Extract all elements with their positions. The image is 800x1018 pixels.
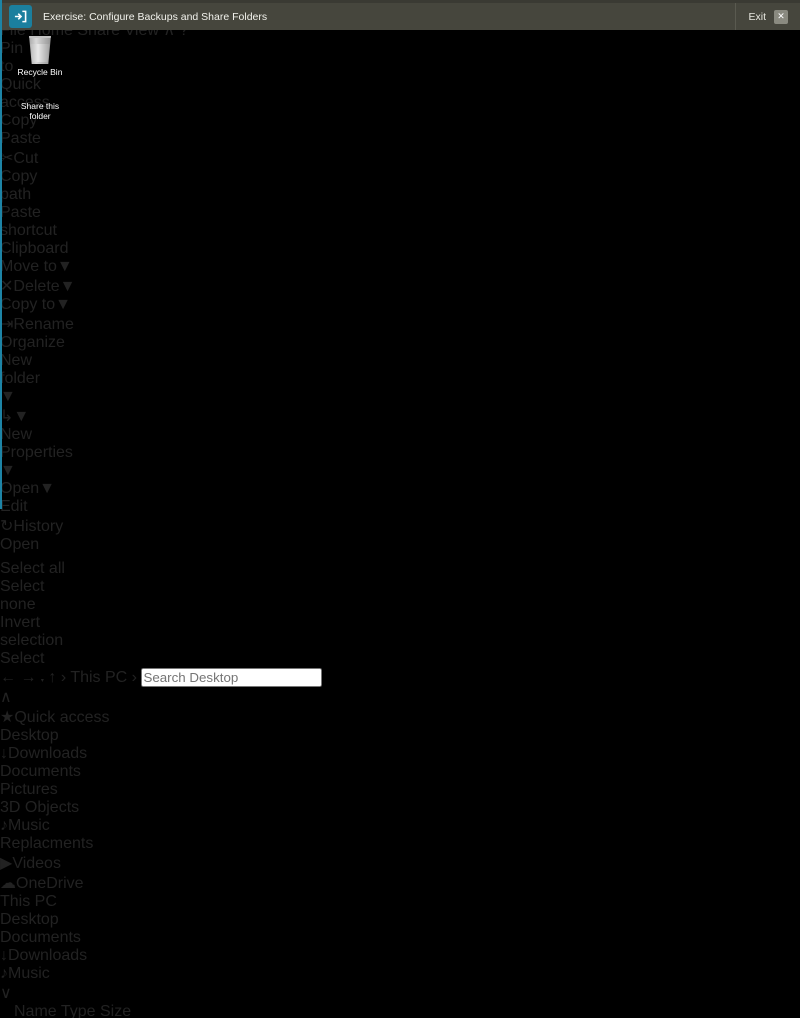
search-box[interactable]: [141, 668, 323, 687]
nav-this-pc[interactable]: This PC: [0, 893, 800, 911]
column-headers: Name Type Size: [0, 1003, 800, 1018]
column-size[interactable]: Size: [100, 1003, 131, 1018]
select-none-button[interactable]: Select none: [0, 578, 44, 613]
nav-videos[interactable]: ▶Videos: [0, 853, 800, 873]
select-all-button[interactable]: Select all: [0, 560, 65, 577]
cloud-icon: ☁: [0, 875, 16, 892]
delete-button[interactable]: ✕Delete▼: [0, 278, 76, 295]
properties-button[interactable]: Properties ▼: [0, 444, 73, 480]
music-note-icon: ♪: [0, 817, 8, 834]
crumb-separator: ›: [131, 669, 137, 686]
history-icon: ↻: [0, 518, 14, 535]
paste-button[interactable]: Paste: [0, 130, 41, 148]
address-field[interactable]: › This PC ›: [61, 669, 142, 686]
left-accent-border: [0, 0, 2, 509]
share-folder-label-2: folder: [29, 111, 51, 121]
cut-button[interactable]: ✂Cut: [0, 150, 38, 167]
exercise-title: Exercise: Configure Backups and Share Fo…: [43, 10, 268, 23]
scissors-icon: ✂: [0, 150, 14, 167]
new-item-button[interactable]: ▼: [0, 388, 16, 405]
group-label-new: New: [0, 426, 33, 443]
open-button[interactable]: Open▼: [0, 480, 55, 497]
new-folder-button[interactable]: New folder: [0, 352, 40, 388]
copy-path-button[interactable]: Copy path: [0, 168, 37, 203]
nav-pc-documents[interactable]: Documents: [0, 929, 800, 947]
nav-pc-downloads[interactable]: ↓Downloads: [0, 947, 800, 965]
nav-replacments[interactable]: Replacments: [0, 835, 800, 853]
navigation-pane: ∧ ★Quick access Desktop ↓Downloads Docum…: [0, 687, 800, 1003]
forward-icon[interactable]: →: [20, 669, 36, 686]
group-label-open: Open: [0, 536, 40, 553]
share-folder-label-1: Share this: [20, 101, 60, 111]
app-logo-icon[interactable]: [9, 5, 32, 28]
nav-pc-music[interactable]: ♪Music: [0, 965, 800, 983]
group-label-select: Select: [0, 650, 45, 667]
music-note-icon: ♪: [0, 965, 8, 982]
ribbon: Pin to Quick access Copy Paste ✂Cut Copy…: [0, 40, 800, 668]
recycle-bin-label: Recycle Bin: [17, 67, 63, 77]
move-to-button[interactable]: Move to▼: [0, 258, 73, 275]
nav-documents[interactable]: Documents: [0, 763, 800, 781]
address-bar: ← → ▾ ↑ › This PC ›: [0, 668, 800, 687]
group-label-organize: Organize: [0, 334, 65, 351]
history-button[interactable]: ↻History: [0, 518, 63, 535]
chevron-down-icon: ▼: [56, 258, 73, 275]
exit-close-icon[interactable]: ✕: [774, 9, 788, 24]
delete-x-icon: ✕: [0, 278, 14, 295]
chevron-down-icon: ▼: [0, 388, 16, 405]
column-type[interactable]: Type: [61, 1003, 96, 1018]
recent-locations-icon[interactable]: ▾: [41, 678, 44, 684]
nav-music[interactable]: ♪Music: [0, 817, 800, 835]
ribbon-group-open: Properties ▼ Open▼ Edit ↻History Open: [0, 444, 88, 554]
ribbon-group-new: New folder ▼ ↳▼ New: [0, 352, 57, 444]
desktop-icon-share-folder[interactable]: Share this folder: [5, 101, 75, 121]
easy-access-button[interactable]: ↳▼: [0, 408, 29, 425]
edit-button[interactable]: Edit: [0, 498, 28, 515]
recycle-bin-icon: [29, 36, 51, 64]
nav-3d-objects[interactable]: 3D Objects: [0, 799, 800, 817]
nav-quick-access[interactable]: ★Quick access: [0, 707, 800, 727]
chevron-down-icon: ▼: [39, 480, 55, 497]
exercise-header: Exercise: Configure Backups and Share Fo…: [0, 0, 800, 30]
rename-icon: ⇥: [0, 316, 14, 333]
chevron-down-icon: ▼: [59, 278, 76, 295]
rename-button[interactable]: ⇥Rename: [0, 316, 74, 333]
breadcrumb-this-pc[interactable]: This PC: [70, 669, 127, 686]
back-icon[interactable]: ←: [0, 669, 16, 686]
download-icon: ↓: [0, 947, 8, 964]
video-icon: ▶: [0, 855, 13, 872]
chevron-down-icon: ▼: [55, 296, 71, 313]
crumb-separator: ›: [60, 669, 67, 686]
nav-pictures[interactable]: Pictures: [0, 781, 800, 799]
nav-scroll-down-icon[interactable]: ∨: [0, 985, 12, 1002]
copy-to-button[interactable]: Copy to▼: [0, 296, 71, 313]
file-list: Name Type Size Share this folder File fo…: [0, 1003, 800, 1018]
chevron-down-icon: ▼: [13, 408, 30, 425]
easy-access-icon: ↳: [0, 408, 14, 425]
star-icon: ★: [0, 709, 15, 726]
column-name[interactable]: Name: [0, 1003, 57, 1018]
ribbon-group-select: Select all Select none Invert selection …: [0, 554, 72, 668]
ribbon-group-organize: Move to▼ ✕Delete▼ Copy to▼ ⇥Rename Organ…: [0, 258, 101, 352]
exit-button[interactable]: Exit ✕: [735, 3, 800, 30]
nav-scroll-up-icon[interactable]: ∧: [0, 689, 12, 706]
exit-label: Exit: [748, 10, 766, 23]
download-icon: ↓: [0, 745, 8, 762]
nav-onedrive[interactable]: ☁OneDrive: [0, 873, 800, 893]
nav-desktop[interactable]: Desktop: [0, 727, 800, 745]
chevron-down-icon: ▼: [0, 462, 16, 479]
up-icon[interactable]: ↑: [48, 669, 56, 686]
paste-shortcut-button[interactable]: Paste shortcut: [0, 204, 57, 239]
group-label-clipboard: Clipboard: [0, 240, 69, 257]
nav-pc-desktop[interactable]: Desktop: [0, 911, 800, 929]
search-input[interactable]: [141, 668, 323, 687]
explorer-window: | ✓ ▾ | Desktop — □ ✕ File Home Share Vi…: [0, 0, 800, 1018]
invert-selection-button[interactable]: Invert selection: [0, 614, 63, 649]
desktop-icon-recycle-bin[interactable]: Recycle Bin: [5, 36, 75, 77]
nav-downloads[interactable]: ↓Downloads: [0, 745, 800, 763]
